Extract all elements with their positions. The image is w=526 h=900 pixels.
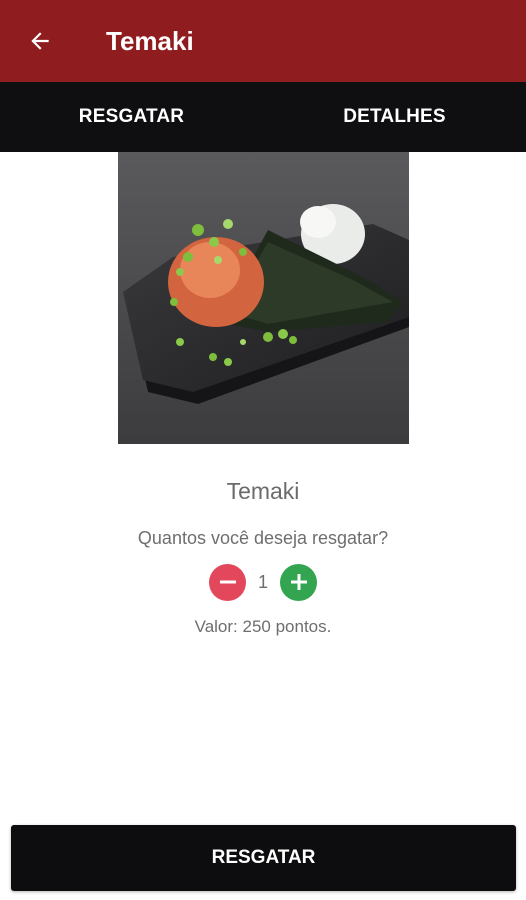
minus-icon (219, 580, 236, 584)
tab-detalhes[interactable]: DETALHES (263, 82, 526, 152)
tab-bar: RESGATAR DETALHES (0, 82, 526, 152)
quantity-stepper: 1 (0, 563, 526, 601)
decrease-button[interactable] (209, 563, 246, 601)
temaki-photo (118, 152, 409, 444)
redeem-button[interactable]: RESGATAR (11, 825, 516, 891)
quantity-value: 1 (257, 571, 268, 592)
increase-button[interactable] (280, 563, 317, 601)
product-name: Temaki (226, 478, 300, 504)
product-image (118, 152, 409, 444)
back-button[interactable] (22, 23, 58, 59)
page-title: Temaki (106, 26, 194, 56)
tab-resgatar[interactable]: RESGATAR (0, 82, 263, 152)
app-bar: Temaki (0, 0, 526, 82)
quantity-question: Quantos você deseja resgatar? (137, 528, 389, 548)
plus-icon (290, 574, 307, 590)
price-text: Valor: 250 pontos. (194, 617, 332, 636)
arrow-left-icon (31, 32, 49, 50)
